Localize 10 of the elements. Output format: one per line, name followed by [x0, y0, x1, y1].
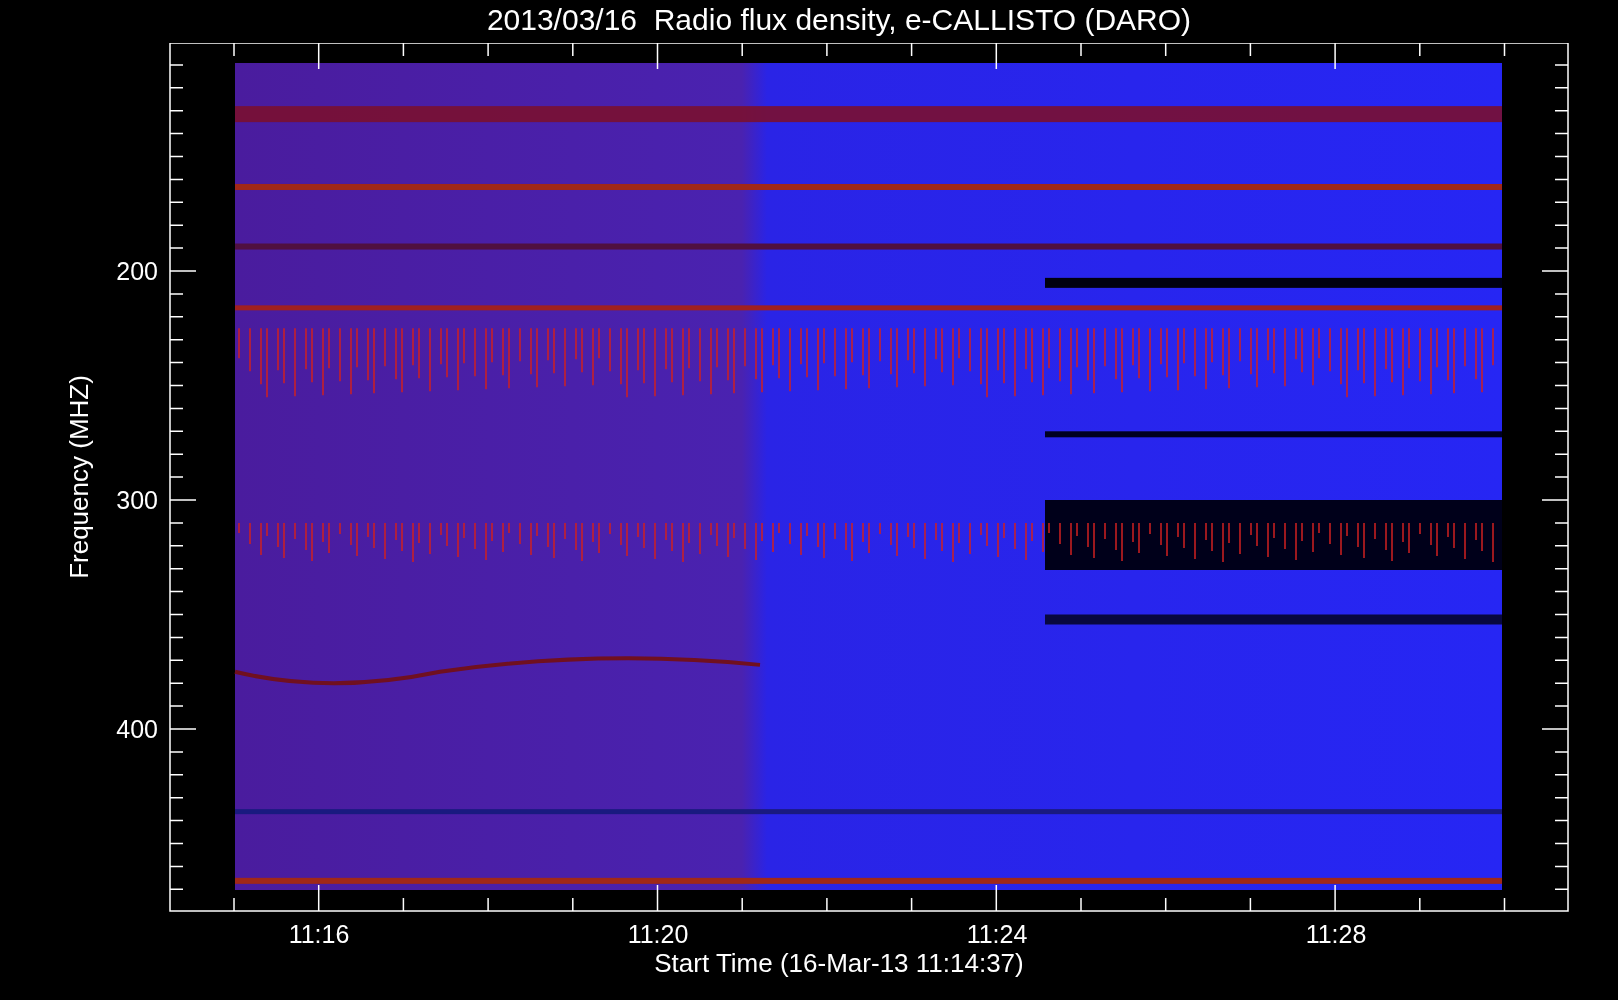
x-axis-label: Start Time (16-Mar-13 11:14:37) [654, 948, 1024, 978]
x-tick-label: 11:20 [627, 920, 689, 948]
x-tick-label: 11:16 [288, 920, 350, 948]
y-axis-label: Frequency (MHZ) [64, 375, 94, 579]
y-tick-label: 300 [116, 486, 158, 514]
y-tick-label: 400 [116, 715, 158, 743]
x-tick-label: 11:24 [966, 920, 1028, 948]
y-tick-label: 200 [116, 257, 158, 285]
x-tick-label: 11:28 [1305, 920, 1367, 948]
chart-title: 2013/03/16 Radio flux density, e-CALLISTO (DARO) [486, 2, 1192, 38]
